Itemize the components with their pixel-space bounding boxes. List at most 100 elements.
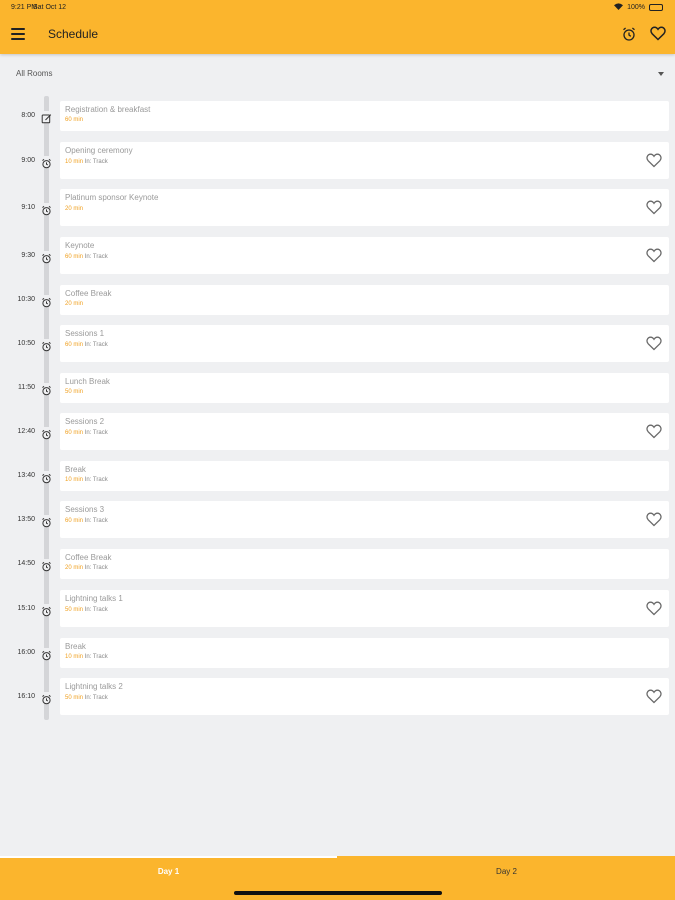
session-meta: 60 min In: Track <box>65 430 108 436</box>
tab-day-1[interactable]: Day 1 <box>0 856 337 886</box>
alarm-icon[interactable] <box>41 295 52 308</box>
alarm-icon[interactable] <box>41 338 52 351</box>
wifi-icon <box>614 3 624 12</box>
session-duration: 50 min <box>65 389 84 395</box>
session-meta: 50 min In: Track <box>65 607 108 613</box>
session-title: Keynote <box>65 241 95 250</box>
schedule-row: 14:50 Coffee Break 20 min In: Track <box>0 549 675 579</box>
session-time: 16:00 <box>17 649 35 656</box>
alarm-icon[interactable] <box>41 426 52 439</box>
session-card[interactable]: Break 10 min In: Track <box>60 638 669 668</box>
session-meta: 10 min In: Track <box>65 159 108 165</box>
schedule-row: 13:50 Sessions 3 60 min In: Track <box>0 501 675 538</box>
session-meta: 50 min <box>65 389 83 395</box>
alarm-icon[interactable] <box>41 648 52 661</box>
session-card[interactable]: Break 10 min In: Track <box>60 461 669 491</box>
tab-day-2[interactable]: Day 2 <box>338 856 675 886</box>
session-track: In: Track <box>84 654 108 660</box>
session-meta: 50 min In: Track <box>65 695 108 701</box>
session-track: In: Track <box>84 607 108 613</box>
session-duration: 60 min <box>65 342 84 348</box>
schedule-row: 16:00 Break 10 min In: Track <box>0 638 675 668</box>
session-title: Sessions 1 <box>65 329 105 338</box>
session-meta: 60 min In: Track <box>65 342 108 348</box>
alarm-icon[interactable] <box>41 155 52 168</box>
alarm-icon[interactable] <box>41 559 52 572</box>
schedule-row: 16:10 Lightning talks 2 50 min In: Track <box>0 678 675 715</box>
menu-icon[interactable] <box>11 28 25 40</box>
session-duration: 10 min <box>65 654 84 660</box>
schedule-row: 12:40 Sessions 2 60 min In: Track <box>0 413 675 450</box>
session-meta: 20 min <box>65 301 83 307</box>
favorite-heart-icon[interactable] <box>646 200 662 215</box>
battery-icon <box>649 4 663 11</box>
favorite-heart-icon[interactable] <box>646 601 662 616</box>
favorite-heart-icon[interactable] <box>646 336 662 351</box>
session-title: Registration & breakfast <box>65 105 151 114</box>
favorite-heart-icon[interactable] <box>646 424 662 439</box>
schedule-row: 9:00 Opening ceremony 10 min In: Track <box>0 142 675 179</box>
session-card[interactable]: Lunch Break 50 min <box>60 373 669 403</box>
session-card[interactable]: Registration & breakfast 60 min <box>60 101 669 131</box>
favorite-heart-icon[interactable] <box>646 689 662 704</box>
session-track: In: Track <box>84 159 108 165</box>
alarm-icon[interactable] <box>41 691 52 704</box>
schedule-row: 9:30 Keynote 60 min In: Track <box>0 237 675 274</box>
session-card[interactable]: Sessions 3 60 min In: Track <box>60 501 669 538</box>
favorite-heart-icon[interactable] <box>646 153 662 168</box>
session-card[interactable]: Platinum sponsor Keynote 20 min <box>60 189 669 226</box>
session-card[interactable]: Sessions 2 60 min In: Track <box>60 413 669 450</box>
session-track: In: Track <box>84 342 108 348</box>
schedule-row: 10:50 Sessions 1 60 min In: Track <box>0 325 675 362</box>
session-card[interactable]: Lightning talks 1 50 min In: Track <box>60 590 669 627</box>
session-duration: 60 min <box>65 430 84 436</box>
session-time: 15:10 <box>17 604 35 612</box>
heart-icon[interactable] <box>650 26 666 42</box>
alarm-icon[interactable] <box>41 514 52 527</box>
session-title: Lunch Break <box>65 377 110 386</box>
session-card[interactable]: Lightning talks 2 50 min In: Track <box>60 678 669 715</box>
alarm-icon[interactable] <box>41 383 52 396</box>
alarm-icon[interactable] <box>41 471 52 484</box>
edit-icon[interactable] <box>41 111 52 124</box>
session-card[interactable]: Opening ceremony 10 min In: Track <box>60 142 669 179</box>
session-card[interactable]: Keynote 60 min In: Track <box>60 237 669 274</box>
battery-percent: 100% <box>627 4 645 11</box>
session-title: Opening ceremony <box>65 146 133 155</box>
session-time: 10:30 <box>17 296 35 303</box>
favorite-heart-icon[interactable] <box>646 512 662 527</box>
alarm-icon[interactable] <box>621 26 637 42</box>
session-card[interactable]: Sessions 1 60 min In: Track <box>60 325 669 362</box>
schedule-row: 8:00 Registration & breakfast 60 min <box>0 101 675 131</box>
session-duration: 50 min <box>65 607 84 613</box>
session-duration: 50 min <box>65 695 84 701</box>
status-right: 100% <box>614 3 663 12</box>
session-card[interactable]: Coffee Break 20 min In: Track <box>60 549 669 579</box>
schedule-row: 11:50 Lunch Break 50 min <box>0 373 675 403</box>
favorite-heart-icon[interactable] <box>646 248 662 263</box>
session-duration: 20 min <box>65 206 84 212</box>
session-duration: 10 min <box>65 159 84 165</box>
session-time: 11:50 <box>18 384 35 391</box>
room-filter-select[interactable]: All Rooms <box>0 62 675 86</box>
selected-tab-indicator <box>0 856 337 858</box>
session-track: In: Track <box>84 695 108 701</box>
alarm-icon[interactable] <box>41 202 52 215</box>
alarm-icon[interactable] <box>41 250 52 263</box>
session-card[interactable]: Coffee Break 20 min <box>60 285 669 315</box>
session-title: Coffee Break <box>65 553 112 562</box>
app-header: 9:21 PM Sat Oct 12 100% Schedule <box>0 0 675 54</box>
session-meta: 60 min In: Track <box>65 518 108 524</box>
caret-down-icon <box>658 72 664 76</box>
alarm-icon[interactable] <box>41 603 52 616</box>
session-meta: 60 min <box>65 117 83 123</box>
session-title: Lightning talks 1 <box>65 594 123 603</box>
session-duration: 60 min <box>65 254 84 260</box>
session-time: 9:10 <box>21 203 35 211</box>
session-duration: 60 min <box>65 117 84 123</box>
session-track: In: Track <box>84 565 108 571</box>
session-time: 9:30 <box>21 251 35 259</box>
session-time: 13:40 <box>17 472 35 479</box>
session-track: In: Track <box>84 430 108 436</box>
page-title: Schedule <box>48 27 99 41</box>
